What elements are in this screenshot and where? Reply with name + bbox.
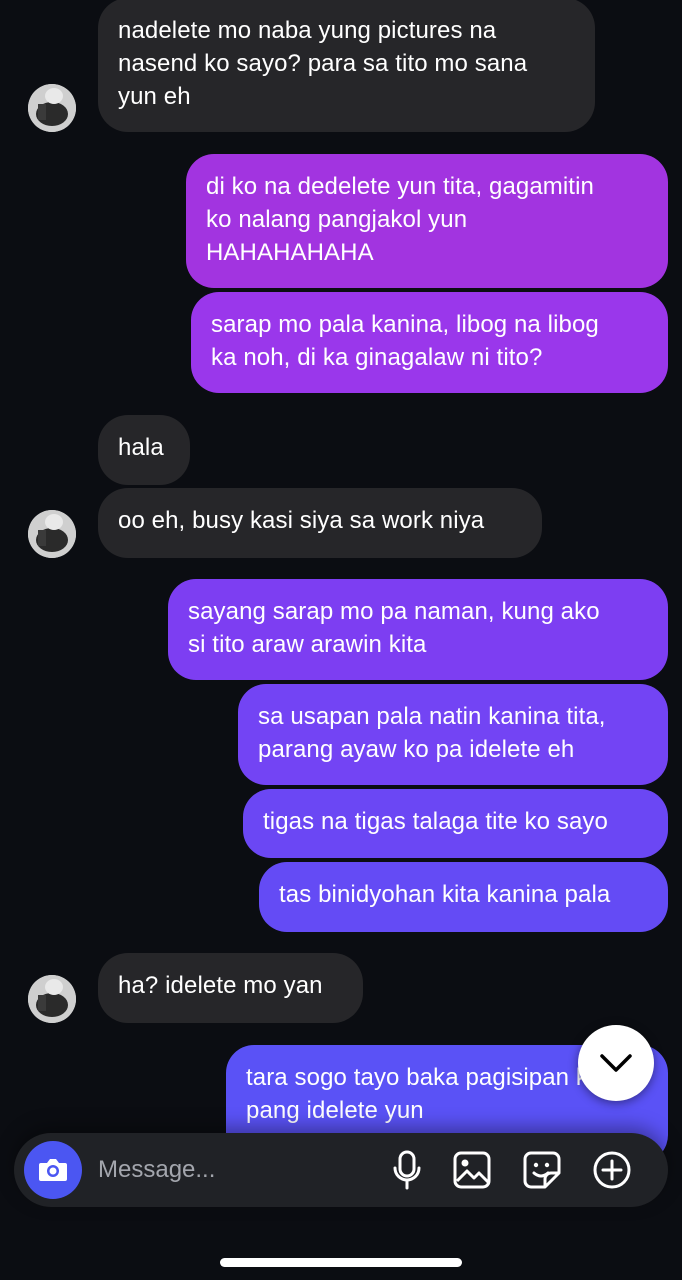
plus-icon [593, 1151, 631, 1189]
chat-thread: nadelete mo naba yung pictures na nasend… [0, 0, 682, 1280]
message-outgoing[interactable]: sayang sarap mo pa naman, kung ako si ti… [168, 579, 668, 680]
microphone-icon [393, 1150, 421, 1190]
camera-icon [39, 1159, 67, 1181]
sticker-icon [523, 1151, 561, 1189]
avatar[interactable] [28, 510, 76, 558]
gallery-button[interactable] [451, 1149, 493, 1191]
sticker-button[interactable] [521, 1149, 563, 1191]
message-composer: Message... [14, 1133, 668, 1207]
gallery-icon [453, 1151, 491, 1189]
message-input[interactable]: Message... [98, 1155, 215, 1185]
message-outgoing[interactable]: tas binidyohan kita kanina pala [259, 862, 668, 932]
message-incoming[interactable]: oo eh, busy kasi siya sa work niya [98, 488, 542, 558]
chevron-down-icon [600, 1054, 632, 1072]
message-outgoing[interactable]: sa usapan pala natin kanina tita, parang… [238, 684, 668, 785]
message-outgoing[interactable]: sarap mo pala kanina, libog na libog ka … [191, 292, 668, 393]
scroll-to-bottom-button[interactable] [578, 1025, 654, 1101]
camera-button[interactable] [24, 1141, 82, 1199]
message-incoming[interactable]: hala [98, 415, 190, 485]
avatar[interactable] [28, 84, 76, 132]
home-indicator[interactable] [220, 1258, 462, 1267]
message-incoming[interactable]: ha? idelete mo yan [98, 953, 363, 1023]
message-outgoing[interactable]: tigas na tigas talaga tite ko sayo [243, 789, 668, 858]
message-incoming[interactable]: nadelete mo naba yung pictures na nasend… [98, 0, 595, 132]
more-options-button[interactable] [591, 1149, 633, 1191]
avatar[interactable] [28, 975, 76, 1023]
microphone-button[interactable] [386, 1149, 428, 1191]
message-outgoing[interactable]: di ko na dedelete yun tita, gagamitin ko… [186, 154, 668, 288]
